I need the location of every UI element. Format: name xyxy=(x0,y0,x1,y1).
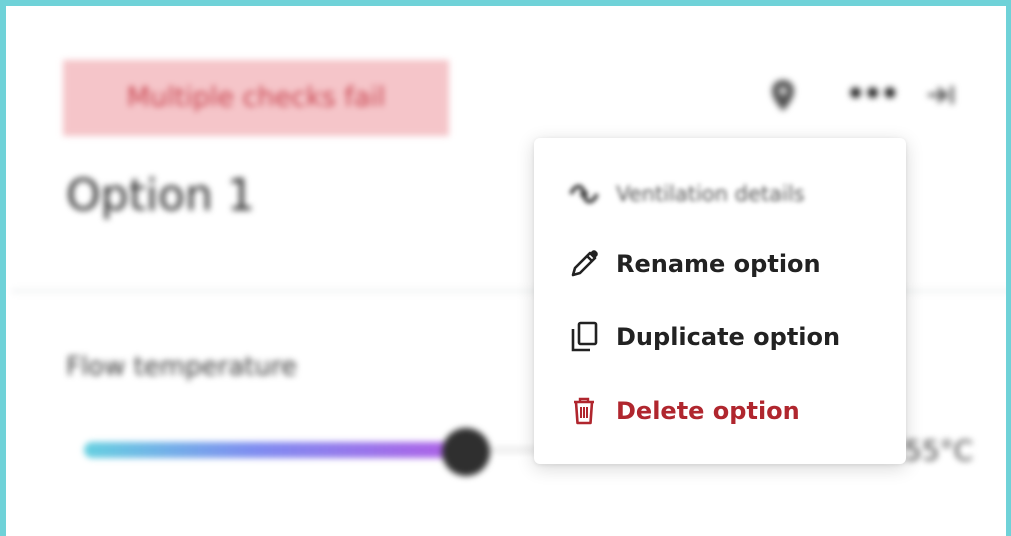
app-frame: Multiple checks fail ••• Option 1 Flow t… xyxy=(0,0,1011,536)
pin-icon[interactable] xyxy=(768,78,798,114)
collapse-panel-icon[interactable] xyxy=(924,80,958,110)
copy-icon xyxy=(566,319,602,355)
menu-item-duplicate-option[interactable]: Duplicate option xyxy=(534,307,906,367)
flow-temperature-label: Flow temperature xyxy=(66,352,298,382)
trash-icon xyxy=(566,393,602,429)
menu-item-delete-option[interactable]: Delete option xyxy=(534,381,906,441)
menu-item-ventilation-details: Ventilation details xyxy=(534,164,906,224)
more-options-icon[interactable]: ••• xyxy=(846,80,900,110)
menu-item-label: Ventilation details xyxy=(616,182,805,206)
menu-item-rename-option[interactable]: Rename option xyxy=(534,234,906,294)
slider-value: 55°C xyxy=(904,434,974,467)
pencil-icon xyxy=(566,246,602,282)
slider-thumb[interactable] xyxy=(442,428,490,476)
slider-track-filled xyxy=(84,442,468,458)
fan-icon xyxy=(566,176,602,212)
menu-item-label: Duplicate option xyxy=(616,323,841,351)
options-menu: Ventilation details Rename option Duplic… xyxy=(534,138,906,464)
menu-item-label: Delete option xyxy=(616,397,800,425)
page-title: Option 1 xyxy=(66,170,255,221)
status-badge: Multiple checks fail xyxy=(63,60,449,136)
menu-item-label: Rename option xyxy=(616,250,821,278)
